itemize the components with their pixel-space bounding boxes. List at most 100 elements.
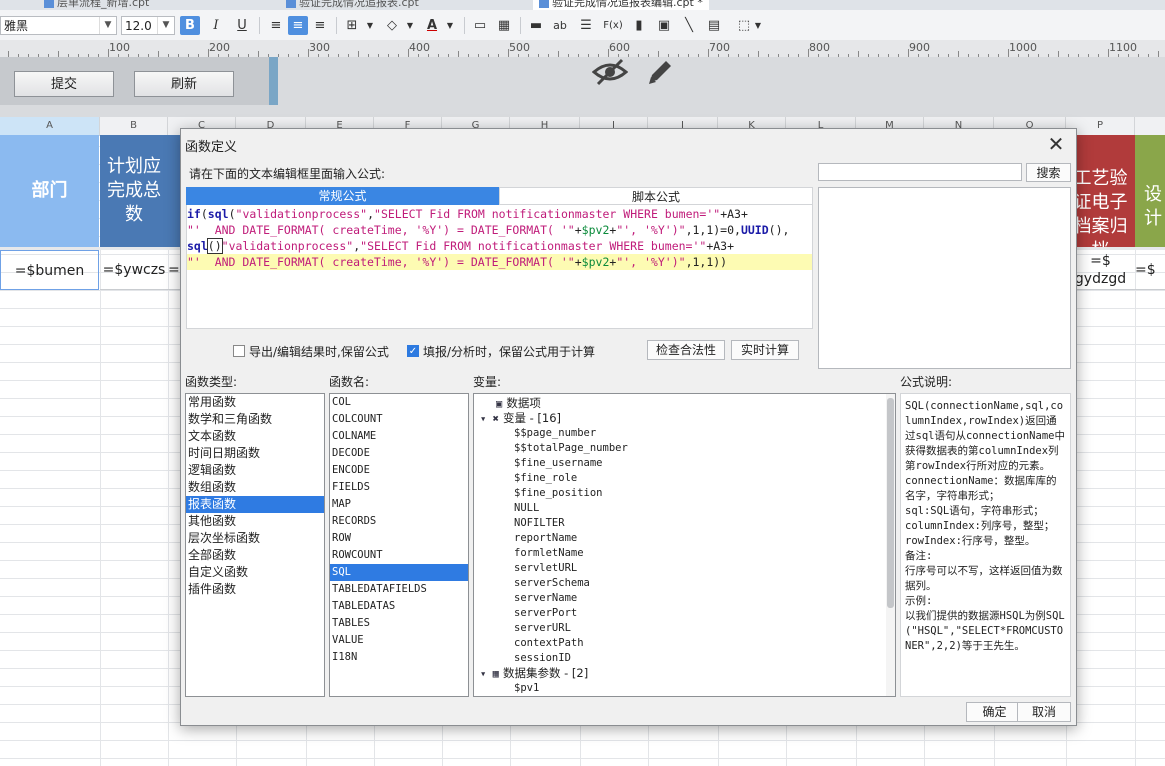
tab-normal-formula[interactable]: 常规公式 xyxy=(186,187,499,205)
function-name-item[interactable]: ENCODE xyxy=(330,462,468,479)
variables-scrollbar[interactable] xyxy=(886,394,895,696)
tree-variable-item[interactable]: serverSchema xyxy=(474,576,895,591)
file-tab[interactable]: 验证完成情况追报表.cpt xyxy=(280,0,425,10)
tree-variable-item[interactable]: contextPath xyxy=(474,636,895,651)
align-center-icon[interactable]: ≡ xyxy=(288,16,308,35)
merge-cells-icon[interactable]: ▬ xyxy=(526,16,546,35)
data-cell-ywczs[interactable]: =$ywczs xyxy=(100,250,168,290)
function-name-item[interactable]: MAP xyxy=(330,496,468,513)
header-cell-planned-total[interactable]: 计划应完成总数 xyxy=(100,135,168,247)
text-format-button[interactable]: ab xyxy=(550,16,570,35)
tree-variable-item[interactable]: NULL xyxy=(474,501,895,516)
formula-button[interactable]: F(x) xyxy=(600,16,626,35)
function-name-item[interactable]: COLNAME xyxy=(330,428,468,445)
tree-variable-item[interactable]: reportName xyxy=(474,531,895,546)
function-type-list[interactable]: 常用函数 数学和三角函数 文本函数 时间日期函数 逻辑函数 数组函数 报表函数 其他函数 层次坐… xyxy=(185,393,325,697)
tree-variable-item[interactable]: $fine_username xyxy=(474,456,895,471)
hide-eye-icon[interactable] xyxy=(592,56,628,88)
keep-formula-export-checkbox[interactable] xyxy=(233,345,245,357)
function-name-item[interactable]: FIELDS xyxy=(330,479,468,496)
underline-button[interactable]: U xyxy=(232,16,252,35)
fill-color-icon[interactable]: ◇ xyxy=(382,16,402,35)
slash-icon[interactable]: ╲ xyxy=(679,16,699,35)
tree-variable-item[interactable]: $$totalPage_number xyxy=(474,441,895,456)
image-icon[interactable]: ▣ xyxy=(654,16,674,35)
function-name-item[interactable]: TABLEDATAFIELDS xyxy=(330,581,468,598)
function-name-item[interactable]: DECODE xyxy=(330,445,468,462)
chevron-down-icon[interactable]: ▼ xyxy=(400,16,420,35)
function-name-item[interactable]: ROWCOUNT xyxy=(330,547,468,564)
tree-data-item[interactable]: ▣ 数据项 xyxy=(474,396,895,411)
search-results-panel[interactable] xyxy=(818,187,1071,369)
bold-button[interactable]: B xyxy=(180,16,200,35)
ok-button[interactable]: 确定 xyxy=(966,702,1023,722)
function-search-input[interactable] xyxy=(818,163,1022,181)
function-type-item[interactable]: 逻辑函数 xyxy=(186,462,324,479)
file-tab[interactable]: 层单流程_新增.cpt xyxy=(38,0,155,10)
function-type-item[interactable]: 报表函数 xyxy=(186,496,324,513)
cancel-button[interactable]: 取消 xyxy=(1017,702,1071,722)
search-button[interactable]: 搜索 xyxy=(1026,163,1071,182)
pencil-edit-icon[interactable] xyxy=(644,56,676,88)
function-name-item[interactable]: RECORDS xyxy=(330,513,468,530)
keep-formula-fill-checkbox[interactable]: ✓ xyxy=(407,345,419,357)
chart-icon[interactable]: ▮ xyxy=(629,16,649,35)
tree-variable-item[interactable]: serverName xyxy=(474,591,895,606)
align-right-icon[interactable]: ≡ xyxy=(310,16,330,35)
function-type-item[interactable]: 层次坐标函数 xyxy=(186,530,324,547)
chevron-down-icon[interactable]: ▼ xyxy=(360,16,380,35)
header-cell-design[interactable]: 设计 xyxy=(1135,135,1165,247)
tree-group-variables[interactable]: ▾ ✖ 变量 - [16] xyxy=(474,411,895,426)
font-color-icon[interactable]: A xyxy=(422,16,442,35)
tree-variable-item[interactable]: serverPort xyxy=(474,606,895,621)
chevron-down-icon[interactable]: ▼ xyxy=(440,16,460,35)
function-type-item[interactable]: 自定义函数 xyxy=(186,564,324,581)
header-cell-department[interactable]: 部门 xyxy=(0,135,99,247)
tree-variable-item[interactable]: sessionID xyxy=(474,651,895,666)
tree-param-item[interactable]: $pv1 xyxy=(474,681,895,696)
scroll-thumb[interactable] xyxy=(887,398,894,608)
function-name-item[interactable]: COL xyxy=(330,394,468,411)
function-name-item[interactable]: TABLEDATAS xyxy=(330,598,468,615)
column-header[interactable]: B xyxy=(100,117,168,135)
tree-variable-item[interactable]: $$page_number xyxy=(474,426,895,441)
tree-variable-item[interactable]: $fine_position xyxy=(474,486,895,501)
italic-button[interactable]: I xyxy=(206,16,226,35)
tree-group-dataset-params[interactable]: ▾ ▦ 数据集参数 - [2] xyxy=(474,666,895,681)
sub-report-icon[interactable]: ▤ xyxy=(704,16,724,35)
submit-button[interactable]: 提交 xyxy=(14,71,114,97)
align-left-icon[interactable]: ≡ xyxy=(266,16,286,35)
function-name-item[interactable]: I18N xyxy=(330,649,468,666)
data-cell-bumen[interactable]: =$bumen xyxy=(0,250,99,290)
tree-variable-item[interactable]: formletName xyxy=(474,546,895,561)
function-type-item[interactable]: 时间日期函数 xyxy=(186,445,324,462)
function-name-item[interactable]: COLCOUNT xyxy=(330,411,468,428)
tree-variable-item[interactable]: servletURL xyxy=(474,561,895,576)
function-type-item[interactable]: 数学和三角函数 xyxy=(186,411,324,428)
data-cell-design[interactable]: =$ xyxy=(1135,250,1165,290)
function-name-list[interactable]: COL COLCOUNT COLNAME DECODE ENCODE FIELDS MAP R… xyxy=(329,393,469,697)
font-size-select[interactable]: 12.0 ▼ xyxy=(121,16,175,35)
check-validity-button[interactable]: 检查合法性 xyxy=(647,340,725,360)
grid-icon[interactable]: ▦ xyxy=(494,16,514,35)
function-name-item[interactable]: VALUE xyxy=(330,632,468,649)
wrap-text-icon[interactable]: ☰ xyxy=(576,16,596,35)
tab-script-formula[interactable]: 脚本公式 xyxy=(499,187,813,205)
formula-editor[interactable]: if(sql("validationprocess","SELECT Fid F… xyxy=(186,205,813,329)
realtime-calc-button[interactable]: 实时计算 xyxy=(731,340,799,360)
function-name-item[interactable]: ROW xyxy=(330,530,468,547)
function-type-item[interactable]: 插件函数 xyxy=(186,581,324,598)
function-name-item[interactable]: SQL xyxy=(330,564,468,581)
function-type-item[interactable]: 文本函数 xyxy=(186,428,324,445)
border-icon[interactable]: ⊞ xyxy=(342,16,362,35)
function-name-item[interactable]: TABLES xyxy=(330,615,468,632)
function-type-item[interactable]: 常用函数 xyxy=(186,394,324,411)
function-type-item[interactable]: 数组函数 xyxy=(186,479,324,496)
function-type-item[interactable]: 全部函数 xyxy=(186,547,324,564)
font-name-select[interactable]: 雅黑 ▼ xyxy=(0,16,117,35)
column-header[interactable]: A xyxy=(0,117,100,135)
tree-variable-item[interactable]: NOFILTER xyxy=(474,516,895,531)
chevron-down-icon[interactable]: ▼ xyxy=(748,16,768,35)
refresh-button[interactable]: 刷新 xyxy=(134,71,234,97)
file-tab-active[interactable]: 验证完成情况追报表编辑.cpt * xyxy=(533,0,709,10)
